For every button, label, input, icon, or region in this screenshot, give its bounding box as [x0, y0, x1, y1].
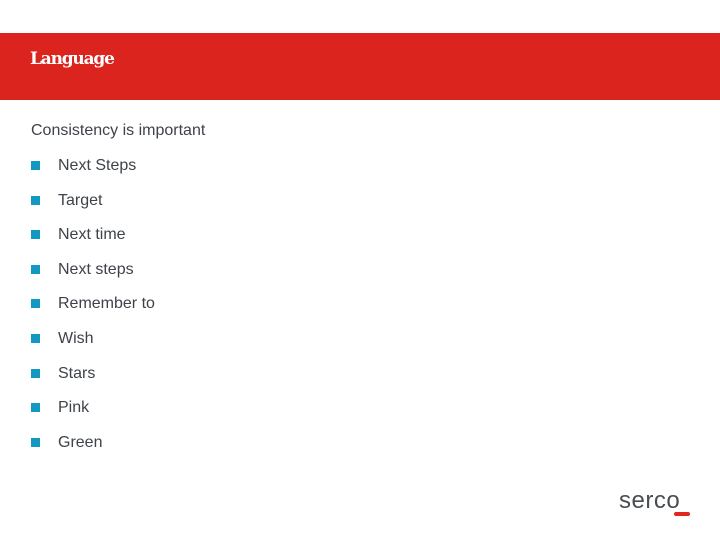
list-item-text: Next Steps — [58, 157, 137, 174]
list-item: Next time — [31, 225, 155, 260]
list-item-text: Pink — [58, 399, 90, 417]
list-item: Next Steps — [31, 156, 155, 191]
list-item-text: Stars — [58, 364, 96, 382]
bullet-list: Next Steps Target Next time Next steps R… — [31, 156, 155, 467]
square-bullet-icon — [31, 437, 40, 447]
square-bullet-icon — [31, 333, 40, 343]
square-bullet-icon — [31, 264, 40, 274]
list-item-text: Wish — [58, 329, 94, 347]
logo-text: serco — [619, 487, 681, 514]
list-item: Green — [31, 433, 155, 468]
list-item: Remember to — [31, 294, 155, 329]
list-item: Wish — [31, 329, 155, 364]
square-bullet-icon — [31, 161, 40, 170]
list-item: Pink — [31, 398, 155, 433]
list-item: Next steps — [31, 260, 155, 295]
slide-subtitle: Consistency is important — [31, 122, 206, 139]
square-bullet-icon — [31, 403, 40, 413]
list-item: Target — [31, 191, 155, 226]
list-item-text: Remember to — [58, 295, 155, 313]
logo-accent-underline — [674, 512, 690, 516]
square-bullet-icon — [31, 230, 40, 240]
list-item-text: Green — [58, 433, 103, 451]
square-bullet-icon — [31, 299, 40, 309]
slide-title: Language — [30, 49, 115, 69]
list-item-text: Target — [58, 191, 103, 209]
square-bullet-icon — [31, 195, 40, 205]
square-bullet-icon — [31, 368, 40, 378]
list-item-text: Next steps — [58, 260, 134, 278]
serco-logo: serco — [619, 489, 694, 519]
list-item-text: Next time — [58, 226, 126, 244]
list-item: Stars — [31, 364, 155, 399]
